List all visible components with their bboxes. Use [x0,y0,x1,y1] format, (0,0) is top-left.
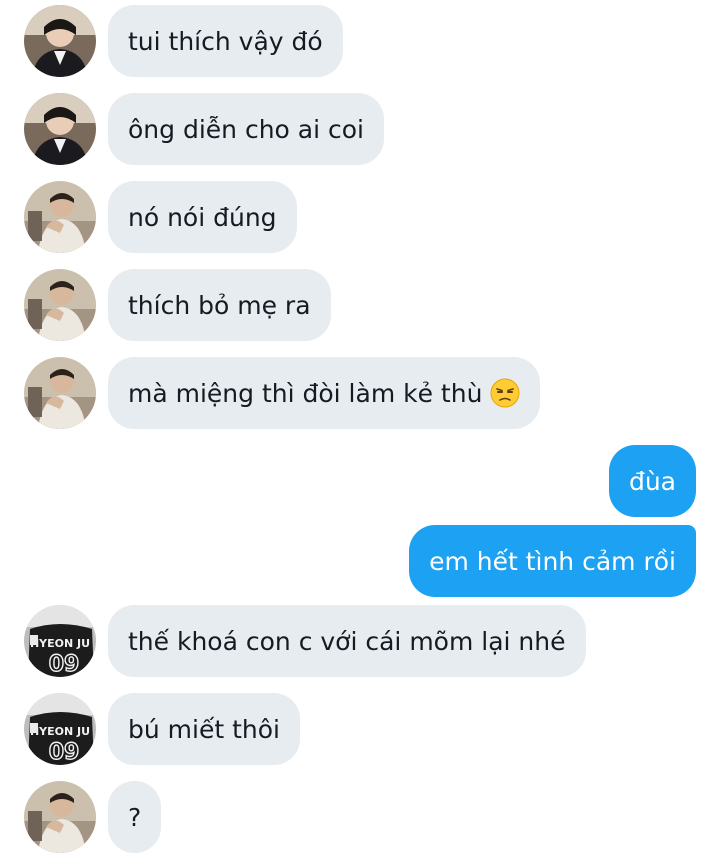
avatar[interactable] [24,5,96,77]
message-row: tui thích vậy đó [0,5,719,77]
avatar[interactable] [24,605,96,677]
message-row: nó nói đúng [0,181,719,253]
message-row: ông diễn cho ai coi [0,93,719,165]
avatar[interactable] [24,181,96,253]
unamused-face-icon [490,378,520,408]
incoming-message-bubble[interactable]: nó nói đúng [108,181,297,253]
incoming-message-bubble[interactable]: thế khoá con c với cái mõm lại nhé [108,605,586,677]
incoming-message-bubble[interactable]: bú miết thôi [108,693,300,765]
avatar[interactable] [24,693,96,765]
message-row: thế khoá con c với cái mõm lại nhé [0,605,719,677]
message-row: bú miết thôi [0,693,719,765]
incoming-message-bubble[interactable]: thích bỏ mẹ ra [108,269,331,341]
message-row: ? [0,781,719,853]
avatar[interactable] [24,269,96,341]
message-row: thích bỏ mẹ ra [0,269,719,341]
avatar[interactable] [24,93,96,165]
outgoing-message-bubble[interactable]: đùa [608,445,696,517]
avatar[interactable] [24,357,96,429]
message-row: mà miệng thì đòi làm kẻ thù [0,357,719,429]
message-text: mà miệng thì đòi làm kẻ thù [128,378,483,408]
message-row: đùa [0,445,719,517]
incoming-message-bubble[interactable]: ông diễn cho ai coi [108,93,384,165]
incoming-message-bubble[interactable]: tui thích vậy đó [108,5,343,77]
incoming-message-bubble[interactable]: ? [108,781,162,853]
avatar[interactable] [24,781,96,853]
message-row: em hết tình cảm rồi [0,525,719,597]
incoming-message-bubble[interactable]: mà miệng thì đòi làm kẻ thù [108,357,541,429]
outgoing-message-bubble[interactable]: em hết tình cảm rồi [409,525,696,597]
